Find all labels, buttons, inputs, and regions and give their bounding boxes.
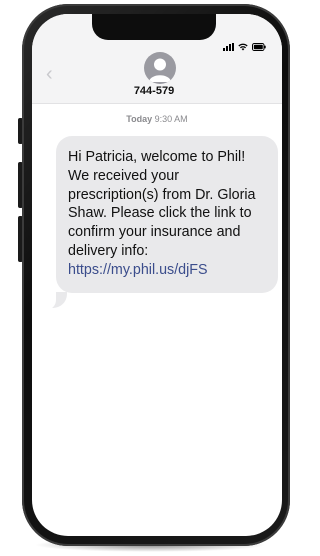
timestamp-day: Today: [126, 114, 153, 124]
message-text: Hi Patricia, welcome to Phil! We receive…: [68, 149, 256, 259]
contact-name[interactable]: 744-579: [32, 85, 282, 97]
conversation-header: ‹ 744-579: [32, 14, 282, 104]
person-icon[interactable]: [144, 52, 176, 84]
phone-screen: ‹ 744-579 Today 9:30 AM Hi Patricia, wel…: [32, 14, 282, 536]
battery-icon: [252, 43, 266, 51]
status-bar: [223, 43, 266, 51]
timestamp-time: 9:30 AM: [154, 114, 188, 124]
message-link[interactable]: https://my.phil.us/djFS: [68, 262, 208, 278]
message-timestamp: Today 9:30 AM: [32, 114, 282, 124]
chevron-left-icon[interactable]: ‹: [46, 64, 53, 84]
incoming-message-bubble: Hi Patricia, welcome to Phil! We receive…: [56, 136, 278, 293]
wifi-icon: [238, 43, 248, 51]
signal-bars-icon: [223, 43, 234, 51]
notch: [92, 14, 216, 40]
phone-mockup: ‹ 744-579 Today 9:30 AM Hi Patricia, wel…: [0, 0, 290, 556]
